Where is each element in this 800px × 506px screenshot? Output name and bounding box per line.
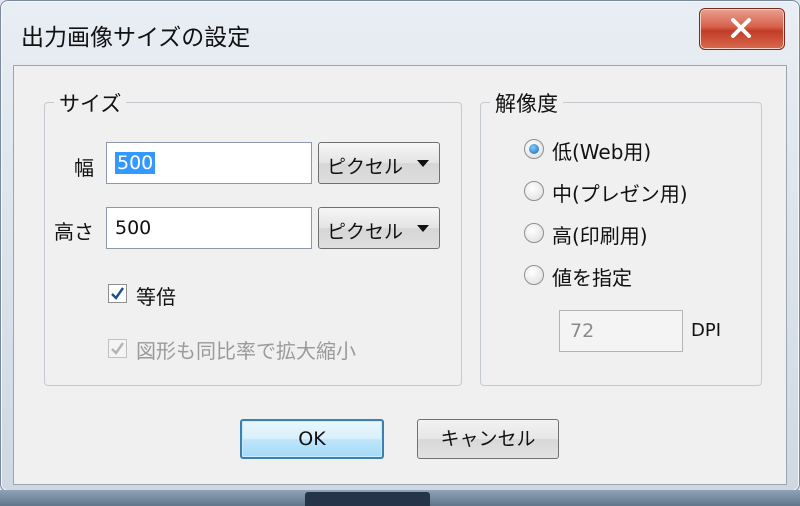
dialog-body: サイズ 幅 500 ピクセル 高さ 500 ピクセル 等倍 図形も同比率で拡大縮…	[13, 65, 787, 485]
close-icon	[731, 18, 751, 38]
keep-ratio-label[interactable]: 等倍	[136, 281, 176, 310]
width-unit-value: ピクセル	[327, 156, 404, 178]
width-input[interactable]: 500	[106, 142, 312, 184]
height-value: 500	[115, 217, 152, 239]
height-unit-select[interactable]: ピクセル	[318, 207, 440, 249]
resolution-mid-radio[interactable]	[524, 181, 544, 201]
cancel-button[interactable]: キャンセル	[417, 419, 559, 459]
scale-shapes-checkbox	[108, 339, 127, 358]
resolution-low-radio[interactable]	[524, 139, 544, 159]
resolution-mid-label[interactable]: 中(プレゼン用)	[552, 178, 688, 207]
close-button[interactable]	[699, 8, 785, 50]
taskbar-item	[305, 492, 430, 506]
checkmark-icon	[111, 342, 124, 355]
resolution-custom-label[interactable]: 値を指定	[552, 262, 632, 291]
chevron-down-icon	[417, 225, 429, 232]
resolution-high-radio[interactable]	[524, 223, 544, 243]
dpi-unit-label: DPI	[691, 320, 722, 341]
height-unit-value: ピクセル	[327, 221, 404, 243]
dialog-title: 出力画像サイズの設定	[21, 25, 251, 51]
width-unit-select[interactable]: ピクセル	[318, 142, 440, 184]
resolution-custom-radio[interactable]	[524, 265, 544, 285]
dialog-window: 出力画像サイズの設定 サイズ 幅 500 ピクセル 高さ 500 ピクセル 等倍…	[0, 0, 800, 492]
dpi-input: 72	[559, 310, 683, 352]
radio-selected-dot	[529, 144, 539, 154]
size-group-legend: サイズ	[54, 88, 127, 118]
resolution-low-label[interactable]: 低(Web用)	[552, 136, 651, 165]
chevron-down-icon	[417, 160, 429, 167]
ok-button[interactable]: OK	[240, 419, 384, 459]
width-label: 幅	[74, 156, 94, 180]
resolution-high-label[interactable]: 高(印刷用)	[552, 220, 648, 249]
width-value: 500	[115, 152, 156, 174]
height-input[interactable]: 500	[106, 207, 312, 249]
scale-shapes-label: 図形も同比率で拡大縮小	[136, 339, 356, 363]
height-label: 高さ	[54, 220, 94, 244]
keep-ratio-checkbox[interactable]	[108, 284, 127, 303]
resolution-group-legend: 解像度	[490, 88, 563, 118]
checkmark-icon	[111, 287, 124, 300]
